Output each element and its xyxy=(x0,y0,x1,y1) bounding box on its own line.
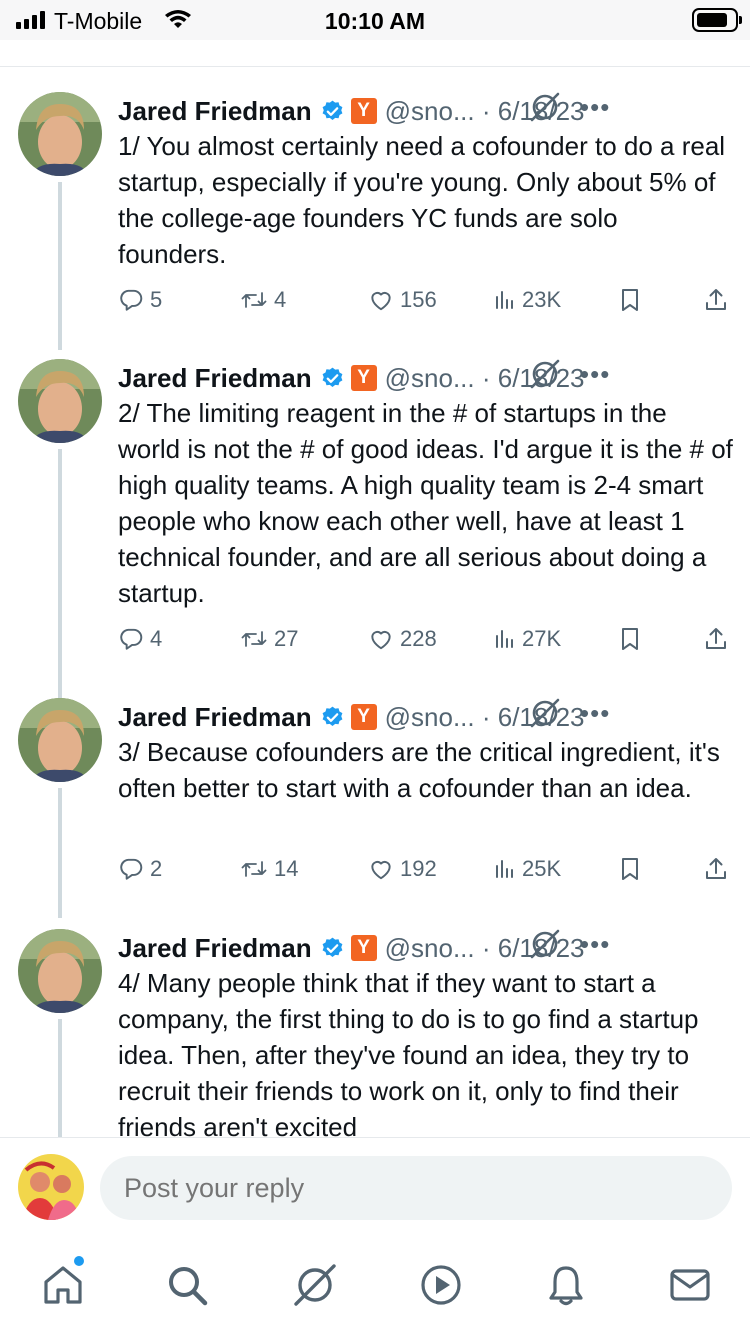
grok-icon[interactable] xyxy=(528,696,562,735)
repost-count: 4 xyxy=(274,287,287,312)
tweet-actions: 5 4 156 23K xyxy=(118,285,730,315)
avatar[interactable] xyxy=(18,698,102,782)
status-bar: T-Mobile 10:10 AM xyxy=(0,0,750,40)
share-button[interactable] xyxy=(704,285,728,315)
bookmark-button[interactable] xyxy=(618,624,642,654)
thread-line xyxy=(58,182,62,350)
tweet-header: Jared Friedman Y @sno... · 6/18/23 xyxy=(118,700,730,734)
home-unread-dot xyxy=(74,1256,84,1266)
repost-count: 14 xyxy=(274,856,299,881)
views-button[interactable]: 25K xyxy=(494,854,561,884)
thread-line xyxy=(58,788,62,918)
tweet-text: 1/ You almost certainly need a cofounder… xyxy=(118,131,726,269)
like-count: 228 xyxy=(400,626,437,651)
reply-input[interactable] xyxy=(100,1156,732,1220)
like-count: 156 xyxy=(400,287,437,312)
tweet-actions: 4 27 228 27K xyxy=(118,624,730,654)
more-options-button[interactable]: ••• xyxy=(580,698,610,729)
repost-button[interactable]: 4 xyxy=(240,285,286,315)
views-button[interactable]: 27K xyxy=(494,624,561,654)
thread-line xyxy=(58,1019,62,1137)
bookmark-button[interactable] xyxy=(618,285,642,315)
tweet-header: Jared Friedman Y @sno... · 6/18/23 xyxy=(118,361,730,395)
like-count: 192 xyxy=(400,856,437,881)
video-icon[interactable] xyxy=(416,1260,466,1310)
repost-button[interactable]: 27 xyxy=(240,624,298,654)
grok-icon[interactable] xyxy=(290,1260,340,1310)
yc-affiliate-badge: Y xyxy=(350,98,377,124)
user-avatar[interactable] xyxy=(18,1154,84,1220)
more-options-button[interactable]: ••• xyxy=(580,929,610,960)
bookmark-button[interactable] xyxy=(618,854,642,884)
grok-icon[interactable] xyxy=(528,90,562,129)
grok-icon[interactable] xyxy=(528,357,562,396)
thread-line xyxy=(58,449,62,699)
notifications-icon[interactable] xyxy=(541,1260,591,1310)
tweet[interactable]: Jared Friedman Y @sno... · 6/18/23 ••• 1… xyxy=(0,90,750,350)
tweet[interactable]: Jared Friedman Y @sno... · 6/18/23 ••• 4… xyxy=(0,929,750,1137)
search-icon[interactable] xyxy=(162,1260,212,1310)
share-button[interactable] xyxy=(704,854,728,884)
author-name[interactable]: Jared Friedman xyxy=(118,96,312,127)
messages-icon[interactable] xyxy=(665,1260,715,1310)
tweet-text: 3/ Because cofounders are the critical i… xyxy=(118,737,720,803)
view-count: 23K xyxy=(522,287,562,312)
battery-icon xyxy=(692,8,742,32)
avatar[interactable] xyxy=(18,359,102,443)
share-button[interactable] xyxy=(704,624,728,654)
tweet-actions: 2 14 192 25K xyxy=(118,854,730,884)
tweet-header: Jared Friedman Y @sno... · 6/18/23 xyxy=(118,94,730,128)
reply-count: 5 xyxy=(150,287,163,312)
verified-badge-icon xyxy=(320,366,345,391)
repost-button[interactable]: 14 xyxy=(240,854,298,884)
verified-badge-icon xyxy=(320,99,345,124)
verified-badge-icon xyxy=(320,705,345,730)
tweet[interactable]: Jared Friedman Y @sno... · 6/18/23 ••• 3… xyxy=(0,696,750,918)
author-name[interactable]: Jared Friedman xyxy=(118,363,312,394)
tweet-text: 2/ The limiting reagent in the # of star… xyxy=(118,398,733,608)
more-options-button[interactable]: ••• xyxy=(580,359,610,390)
reply-button[interactable]: 4 xyxy=(118,624,162,654)
yc-affiliate-badge: Y xyxy=(350,365,377,391)
reply-count: 4 xyxy=(150,626,163,651)
tweet-header: Jared Friedman Y @sno... · 6/18/23 xyxy=(118,931,730,965)
yc-affiliate-badge: Y xyxy=(350,704,377,730)
reply-button[interactable]: 5 xyxy=(118,285,162,315)
reply-bar xyxy=(0,1138,750,1242)
like-button[interactable]: 156 xyxy=(368,285,437,315)
view-count: 25K xyxy=(522,856,562,881)
author-name[interactable]: Jared Friedman xyxy=(118,933,312,964)
header-divider xyxy=(0,66,750,67)
view-count: 27K xyxy=(522,626,562,651)
avatar[interactable] xyxy=(18,92,102,176)
like-button[interactable]: 228 xyxy=(368,624,437,654)
reply-button[interactable]: 2 xyxy=(118,854,162,884)
bottom-nav xyxy=(0,1242,750,1334)
home-icon[interactable] xyxy=(38,1260,88,1310)
reply-count: 2 xyxy=(150,856,163,881)
tweet[interactable]: Jared Friedman Y @sno... · 6/18/23 ••• 2… xyxy=(0,357,750,699)
author-name[interactable]: Jared Friedman xyxy=(118,702,312,733)
more-options-button[interactable]: ••• xyxy=(580,92,610,123)
yc-affiliate-badge: Y xyxy=(350,935,377,961)
views-button[interactable]: 23K xyxy=(494,285,561,315)
like-button[interactable]: 192 xyxy=(368,854,437,884)
avatar[interactable] xyxy=(18,929,102,1013)
status-time: 10:10 AM xyxy=(324,8,426,34)
tweet-text: 4/ Many people think that if they want t… xyxy=(118,968,699,1137)
verified-badge-icon xyxy=(320,936,345,961)
grok-icon[interactable] xyxy=(528,929,562,966)
repost-count: 27 xyxy=(274,626,299,651)
